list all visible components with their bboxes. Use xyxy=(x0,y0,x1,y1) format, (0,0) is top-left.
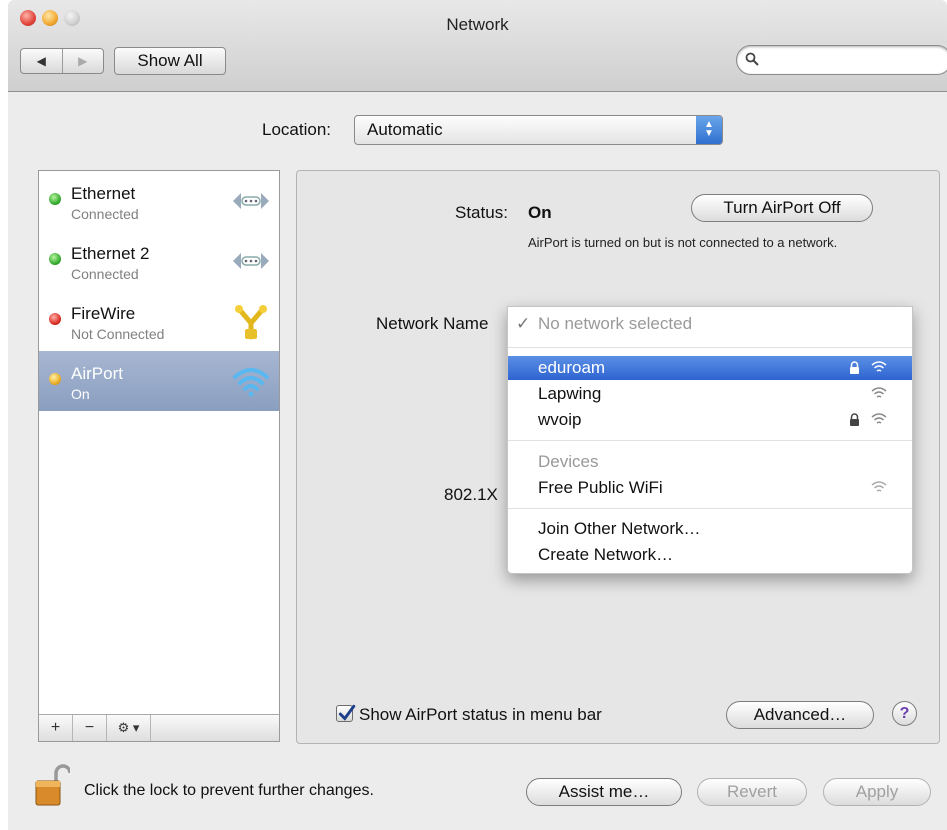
service-item-airport[interactable]: AirPort On xyxy=(39,351,279,411)
menu-separator xyxy=(508,508,912,509)
search-field[interactable] xyxy=(736,45,947,75)
service-status: Not Connected xyxy=(71,326,165,342)
remove-service-button[interactable]: − xyxy=(73,715,107,741)
updown-arrows-icon: ▲ ▼ xyxy=(696,116,722,144)
service-item-ethernet[interactable]: Ethernet Connected xyxy=(39,171,279,231)
add-service-button[interactable]: + xyxy=(39,715,73,741)
status-dot-green xyxy=(49,253,61,265)
service-list-buttons: + − ⚙ ▾ xyxy=(38,714,280,742)
window-title: Network xyxy=(446,15,509,34)
lock-message: Click the lock to prevent further change… xyxy=(84,782,374,799)
gear-menu-button[interactable]: ⚙ ▾ xyxy=(107,715,151,741)
advanced-button[interactable]: Advanced… xyxy=(726,701,874,729)
status-label: Status: xyxy=(455,203,508,222)
location-select[interactable]: Automatic ▲ ▼ xyxy=(354,115,723,145)
back-forward-control: ◀ ▶ xyxy=(20,48,104,74)
menu-separator xyxy=(508,440,912,441)
menu-item-network-lapwing[interactable]: Lapwing xyxy=(508,382,912,406)
ethernet-arrows-icon xyxy=(233,193,269,209)
menu-item-device-free-public-wifi[interactable]: Free Public WiFi xyxy=(508,476,912,500)
service-list: Ethernet Connected Ethernet 2 Connected … xyxy=(38,170,280,742)
menu-item-label: Lapwing xyxy=(538,384,602,403)
menu-item-network-eduroam[interactable]: eduroam xyxy=(508,356,912,380)
status-dot-red xyxy=(49,313,61,325)
status-dot-yellow xyxy=(49,373,61,385)
wifi-signal-icon xyxy=(871,361,887,372)
checkmark-icon: ✓ xyxy=(516,314,531,333)
dot1x-label: 802.1X xyxy=(444,485,498,504)
checkmark-icon xyxy=(338,704,356,721)
turn-airport-off-button[interactable]: Turn AirPort Off xyxy=(691,194,873,222)
apply-button[interactable]: Apply xyxy=(823,778,931,806)
titlebar: Network ◀ ▶ Show All xyxy=(8,0,947,92)
menu-item-network-wvoip[interactable]: wvoip xyxy=(508,408,912,432)
menu-item-create-network[interactable]: Create Network… xyxy=(508,543,912,567)
assist-me-button[interactable]: Assist me… xyxy=(526,778,682,806)
service-name: Ethernet 2 xyxy=(71,244,150,263)
show-airport-status-label: Show AirPort status in menu bar xyxy=(359,705,602,724)
service-name: AirPort xyxy=(71,364,123,383)
location-label: Location: xyxy=(262,120,331,139)
forward-button[interactable]: ▶ xyxy=(63,49,104,73)
service-name: FireWire xyxy=(71,304,136,323)
show-airport-status-checkbox[interactable] xyxy=(336,704,356,722)
service-item-ethernet-2[interactable]: Ethernet 2 Connected xyxy=(39,231,279,291)
wifi-signal-icon xyxy=(871,481,887,492)
menu-item-label: wvoip xyxy=(538,410,582,429)
menu-item-label: Free Public WiFi xyxy=(538,478,663,497)
lock-icon xyxy=(850,413,859,426)
service-item-firewire[interactable]: FireWire Not Connected xyxy=(39,291,279,351)
wifi-signal-icon xyxy=(871,387,887,398)
wifi-icon xyxy=(233,368,269,397)
menu-item-join-other-network[interactable]: Join Other Network… xyxy=(508,517,912,541)
menu-separator xyxy=(508,347,912,348)
search-icon xyxy=(745,52,759,66)
service-status: Connected xyxy=(71,206,139,222)
ethernet-arrows-icon xyxy=(233,253,269,269)
wifi-signal-icon xyxy=(871,413,887,424)
menu-item-label: No network selected xyxy=(538,314,693,333)
unlocked-padlock-icon[interactable] xyxy=(34,763,70,807)
status-value: On xyxy=(528,203,552,222)
lock-icon xyxy=(850,361,859,374)
back-button[interactable]: ◀ xyxy=(21,49,63,73)
menu-item-label: eduroam xyxy=(538,358,606,377)
network-name-menu: ✓ No network selected eduroam Lapwing wv… xyxy=(507,306,913,574)
menu-item-no-network[interactable]: ✓ No network selected xyxy=(508,312,912,336)
service-status: Connected xyxy=(71,266,139,282)
firewire-icon xyxy=(235,305,267,340)
status-dot-green xyxy=(49,193,61,205)
service-status: On xyxy=(71,386,90,402)
location-value: Automatic xyxy=(367,120,443,139)
show-all-button[interactable]: Show All xyxy=(114,47,226,75)
network-name-label: Network Name xyxy=(376,314,489,333)
menu-section-devices: Devices xyxy=(538,452,599,471)
help-button[interactable]: ? xyxy=(892,701,917,726)
revert-button[interactable]: Revert xyxy=(697,778,807,806)
network-preferences-window: Network ◀ ▶ Show All Location: Automatic… xyxy=(8,0,947,830)
service-name: Ethernet xyxy=(71,184,136,203)
status-description: AirPort is turned on but is not connecte… xyxy=(528,235,838,250)
